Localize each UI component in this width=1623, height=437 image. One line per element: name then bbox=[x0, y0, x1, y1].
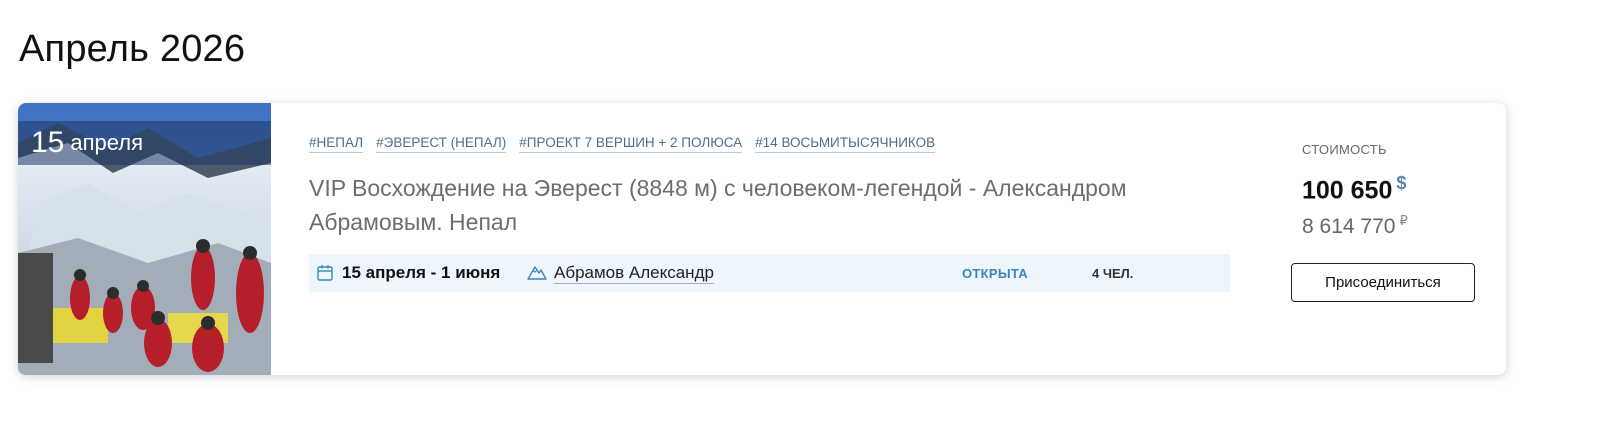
price-main: 100 650 $ bbox=[1302, 173, 1406, 205]
tag-everest-nepal[interactable]: #ЭВЕРЕСТ (НЕПАЛ) bbox=[376, 135, 507, 153]
price-main-currency: $ bbox=[1396, 173, 1407, 193]
month-heading: Апрель 2026 bbox=[19, 28, 246, 70]
trip-info-bar: 15 апреля - 1 июня Абрамов Александр ОТК… bbox=[309, 254, 1230, 292]
trip-photo[interactable]: 15 апреля bbox=[18, 103, 271, 375]
trip-card: 15 апреля #НЕПАЛ #ЭВЕРЕСТ (НЕПАЛ) #ПРОЕК… bbox=[18, 103, 1506, 375]
join-button[interactable]: Присоединиться bbox=[1291, 263, 1475, 302]
trip-date-month: апреля bbox=[70, 130, 144, 155]
price-sub-currency: ₽ bbox=[1399, 213, 1408, 228]
calendar-icon bbox=[317, 264, 333, 286]
trip-dates: 15 апреля - 1 июня bbox=[342, 263, 501, 282]
status-badge: ОТКРЫТА bbox=[962, 265, 1028, 281]
trip-content: #НЕПАЛ #ЭВЕРЕСТ (НЕПАЛ) #ПРОЕКТ 7 ВЕРШИН… bbox=[309, 103, 1239, 375]
guide-link[interactable]: Абрамов Александр bbox=[554, 263, 714, 284]
trip-date-day: 15 bbox=[31, 126, 65, 159]
tag-14-eight-thousanders[interactable]: #14 ВОСЬМИТЫСЯЧНИКОВ bbox=[755, 135, 936, 153]
tag-nepal[interactable]: #НЕПАЛ bbox=[309, 135, 364, 153]
group-size: 4 ЧЕЛ. bbox=[1092, 265, 1134, 281]
price-sub: 8 614 770 ₽ bbox=[1302, 213, 1408, 239]
price-label: СТОИМОСТЬ bbox=[1302, 142, 1387, 157]
trip-title-link[interactable]: VIP Восхождение на Эверест (8848 м) с че… bbox=[309, 171, 1209, 239]
trip-date-overlay: 15 апреля bbox=[18, 121, 271, 165]
mountain-icon bbox=[527, 264, 547, 285]
price-sub-value: 8 614 770 bbox=[1302, 215, 1396, 238]
price-column: СТОИМОСТЬ 100 650 $ 8 614 770 ₽ Присоедини… bbox=[1291, 103, 1502, 375]
tag-7-summits-project[interactable]: #ПРОЕКТ 7 ВЕРШИН + 2 ПОЛЮСА bbox=[519, 135, 743, 153]
price-main-value: 100 650 bbox=[1302, 176, 1393, 205]
tag-list: #НЕПАЛ #ЭВЕРЕСТ (НЕПАЛ) #ПРОЕКТ 7 ВЕРШИН… bbox=[309, 135, 936, 153]
